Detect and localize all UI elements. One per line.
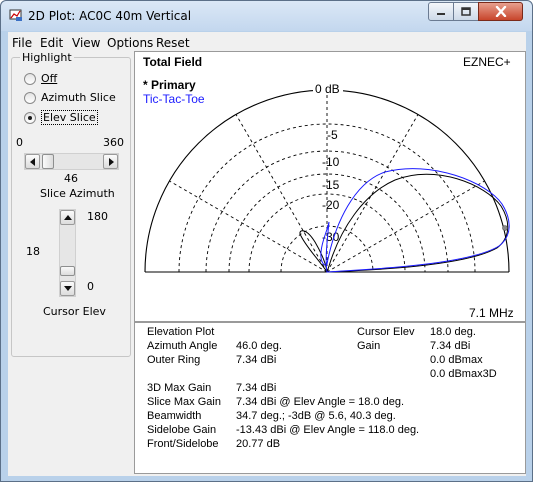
- info-label-3d-max-gain: 3D Max Gain: [147, 382, 212, 394]
- info-label-azimuth-angle: Azimuth Angle: [147, 340, 218, 352]
- menu-view[interactable]: View: [72, 36, 100, 50]
- cursor-dbmax: 0.0 dBmax: [430, 354, 483, 366]
- cursor-marker: [502, 225, 508, 231]
- pattern-primary: [326, 173, 509, 273]
- maximize-icon: [461, 7, 471, 16]
- cursor-elev-info-value: 18.0 deg.: [430, 326, 476, 338]
- close-icon: [495, 6, 506, 17]
- menu-bar: File Edit View Options Reset: [8, 32, 526, 52]
- ring-label-10: -10: [322, 155, 340, 169]
- maximize-button[interactable]: [453, 2, 479, 21]
- slice-max-label: 360: [103, 136, 124, 149]
- slice-azimuth-value: 46: [64, 172, 78, 185]
- pattern-secondary: [320, 168, 510, 273]
- close-button[interactable]: [478, 2, 523, 21]
- radio-azimuth-label: Azimuth Slice: [41, 91, 116, 104]
- cursor-elev-thumb[interactable]: [60, 266, 75, 276]
- info-value-azimuth-angle: 46.0 deg.: [236, 340, 282, 352]
- info-label-beamwidth: Beamwidth: [147, 410, 202, 422]
- scroll-right-button[interactable]: [103, 154, 118, 169]
- client-area: File Edit View Options Reset Highlight O…: [8, 32, 526, 476]
- slice-azimuth-thumb[interactable]: [42, 154, 54, 169]
- arrow-down-icon: [63, 285, 72, 291]
- info-label-outer-ring: Outer Ring: [147, 354, 201, 366]
- plot-panel: Total Field EZNEC+ * Primary Tic-Tac-Toe…: [134, 51, 526, 322]
- menu-file[interactable]: File: [12, 36, 32, 50]
- minimize-button[interactable]: [428, 2, 454, 21]
- arrow-up-icon: [63, 214, 72, 220]
- radio-elev-circle[interactable]: [24, 111, 36, 124]
- elev-max-label: 180: [87, 210, 108, 223]
- menu-edit[interactable]: Edit: [40, 36, 63, 50]
- grid-spoke-120: [235, 114, 328, 273]
- info-value-slice-max-gain: 7.34 dBi @ Elev Angle = 18.0 deg.: [236, 396, 405, 408]
- ring-label-20: -20: [322, 198, 340, 212]
- cursor-elev-label: Cursor Elev: [43, 305, 106, 318]
- info-label-slice-max-gain: Slice Max Gain: [147, 396, 221, 408]
- radio-off[interactable]: Off: [24, 72, 57, 85]
- slice-azimuth-scrollbar[interactable]: [24, 153, 119, 170]
- ring-label-5: -5: [327, 128, 338, 142]
- grid-spoke-150: [169, 180, 328, 273]
- menu-options[interactable]: Options: [107, 36, 153, 50]
- radio-elev-label: Elev Slice: [41, 110, 98, 125]
- scroll-left-button[interactable]: [25, 154, 40, 169]
- radio-azimuth-slice[interactable]: Azimuth Slice: [24, 91, 116, 104]
- app-window: 2D Plot: AC0C 40m Vertical File Edit Vie…: [0, 0, 533, 482]
- cursor-gain-label: Gain: [357, 340, 381, 352]
- radio-azimuth-circle[interactable]: [24, 91, 36, 104]
- info-value-beamwidth: 34.7 deg.; -3dB @ 5.6, 40.3 deg.: [236, 410, 396, 422]
- radio-elev-slice[interactable]: Elev Slice: [24, 110, 98, 125]
- arrow-right-icon: [108, 157, 114, 166]
- cursor-elev-scrollbar[interactable]: [59, 209, 76, 297]
- info-value-outer-ring: 7.34 dBi: [236, 354, 277, 366]
- scroll-up-button[interactable]: [60, 210, 75, 225]
- info-label-elevation-plot: Elevation Plot: [147, 326, 215, 338]
- slice-azimuth-label: Slice Azimuth: [40, 187, 115, 200]
- radio-off-circle[interactable]: [24, 72, 36, 85]
- scroll-down-button[interactable]: [60, 281, 75, 296]
- info-value-front-sidelobe: 20.77 dB: [236, 438, 281, 450]
- polar-plot[interactable]: 0 dB -5 -10 -15 -20 -30: [135, 52, 527, 323]
- info-value-sidelobe-gain: -13.43 dBi @ Elev Angle = 118.0 deg.: [236, 424, 420, 436]
- arrow-left-icon: [29, 157, 35, 166]
- info-value-3d-max-gain: 7.34 dBi: [236, 382, 277, 394]
- radio-off-label: Off: [41, 72, 58, 85]
- menu-reset[interactable]: Reset: [156, 36, 190, 50]
- grid-spoke-60: [326, 114, 419, 273]
- elev-min-label: 0: [87, 280, 94, 293]
- window-title: 2D Plot: AC0C 40m Vertical: [28, 9, 192, 23]
- cursor-elev-value: 18: [26, 245, 40, 258]
- info-label-sidelobe-gain: Sidelobe Gain: [147, 424, 217, 436]
- highlight-group-title: Highlight: [20, 51, 74, 64]
- cursor-gain-value: 7.34 dBi: [430, 340, 471, 352]
- title-bar[interactable]: 2D Plot: AC0C 40m Vertical: [1, 1, 532, 31]
- ring-label-15: -15: [322, 178, 340, 192]
- slice-min-label: 0: [16, 136, 23, 149]
- plot-app-icon: [9, 9, 22, 21]
- ring-label-0db: 0 dB: [315, 82, 340, 96]
- info-label-front-sidelobe: Front/Sidelobe: [147, 438, 219, 450]
- minimize-icon: [437, 12, 445, 15]
- cursor-dbmax3d: 0.0 dBmax3D: [430, 368, 497, 380]
- info-panel: Elevation Plot Azimuth Angle 46.0 deg. O…: [134, 322, 526, 474]
- cursor-elev-info-label: Cursor Elev: [357, 326, 415, 338]
